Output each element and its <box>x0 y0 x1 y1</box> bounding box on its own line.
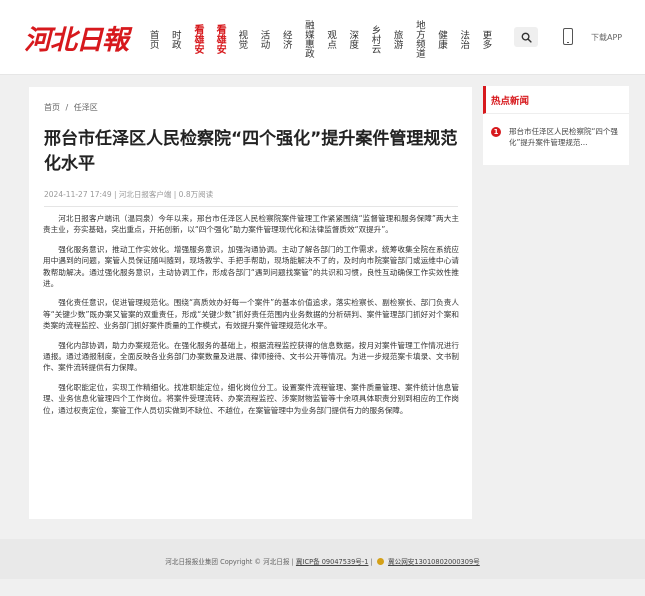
nav-item-more[interactable]: 更多 <box>475 16 497 62</box>
nav-item-economy[interactable]: 经济 <box>275 16 297 62</box>
hot-news-heading: 热点新闻 <box>483 86 629 114</box>
nav-item-law[interactable]: 法治 <box>453 16 475 62</box>
nav-item-depth[interactable]: 深度 <box>342 16 364 62</box>
article-paragraph: 强化职能定位，实现工作精细化。找准职能定位，细化岗位分工。设置案件流程管理、案件… <box>43 382 459 415</box>
phone-icon[interactable] <box>563 28 573 45</box>
search-button[interactable] <box>514 27 538 47</box>
article-paragraph: 河北日报客户端讯（温同泉）今年以来，邢台市任泽区人民检察院案件管理工作紧紧围绕“… <box>43 214 459 235</box>
breadcrumb-home[interactable]: 首页 <box>44 103 60 112</box>
article-paragraph: 强化内部协调，助力办案规范化。在强化服务的基础上，根据流程监控获得的信息数据，按… <box>43 340 459 373</box>
hot-news-item[interactable]: 1 邢台市任泽区人民检察院“四个强化”提升案件管理规范... <box>491 126 623 148</box>
footer-company: 河北日报报业集团 Copyright © 河北日报 | <box>165 558 294 566</box>
download-app-link[interactable]: 下载APP <box>591 32 622 43</box>
nav-item-local-channel[interactable]: 地方频道 <box>408 16 430 62</box>
breadcrumb: 首页 / 任泽区 <box>44 102 101 113</box>
police-record-link[interactable]: 冀公网安13010802000309号 <box>388 558 480 566</box>
nav-item-travel[interactable]: 旅游 <box>386 16 408 62</box>
article-meta: 2024-11-27 17:49 | 河北日报客户端 | 0.8万阅读 <box>44 189 458 207</box>
nav-item-politics[interactable]: 时政 <box>164 16 186 62</box>
nav-item-home[interactable]: 首页 <box>142 16 164 62</box>
nav-item-village-cloud[interactable]: 乡村云 <box>364 16 386 62</box>
nav-item-opinion[interactable]: 观点 <box>320 16 342 62</box>
article-title: 邢台市任泽区人民检察院“四个强化”提升案件管理规范化水平 <box>44 129 458 174</box>
hot-news-link[interactable]: 邢台市任泽区人民检察院“四个强化”提升案件管理规范... <box>509 126 623 148</box>
rank-badge: 1 <box>491 127 501 137</box>
search-icon <box>521 32 532 43</box>
icp-link[interactable]: 冀ICP备 09047539号-1 <box>296 558 369 566</box>
nav-item-media-policy[interactable]: 融媒惠政 <box>297 16 319 62</box>
main-nav: 首页 时政 看雄安 看雄安 视觉 活动 经济 融媒惠政 观点 深度 乡村云 旅游… <box>142 16 497 62</box>
breadcrumb-district[interactable]: 任泽区 <box>74 103 98 112</box>
footer-copyright: 河北日报报业集团 Copyright © 河北日报 | 冀ICP备 090475… <box>0 556 645 566</box>
nav-item-xiongan-2[interactable]: 看雄安 <box>209 16 231 62</box>
police-badge-icon <box>376 558 384 565</box>
hot-news-panel: 热点新闻 1 邢台市任泽区人民检察院“四个强化”提升案件管理规范... <box>483 86 629 165</box>
nav-item-activity[interactable]: 活动 <box>253 16 275 62</box>
nav-item-health[interactable]: 健康 <box>430 16 452 62</box>
site-logo[interactable]: 河北日報 <box>24 18 129 57</box>
article-body: 河北日报客户端讯（温同泉）今年以来，邢台市任泽区人民检察院案件管理工作紧紧围绕“… <box>43 213 459 424</box>
article-card: 首页 / 任泽区 邢台市任泽区人民检察院“四个强化”提升案件管理规范化水平 20… <box>29 87 472 519</box>
nav-item-xiongan-1[interactable]: 看雄安 <box>186 16 208 62</box>
breadcrumb-separator: / <box>65 103 69 112</box>
article-paragraph: 强化服务意识，推动工作实效化。增强服务意识，加强沟通协调。主动了解各部门的工作需… <box>43 244 459 289</box>
footer-separator: | <box>370 558 373 566</box>
site-header: 河北日報 首页 时政 看雄安 看雄安 视觉 活动 经济 融媒惠政 观点 深度 乡… <box>0 0 645 75</box>
site-footer: 河北日报报业集团 Copyright © 河北日报 | 冀ICP备 090475… <box>0 539 645 579</box>
nav-item-visual[interactable]: 视觉 <box>231 16 253 62</box>
article-paragraph: 强化责任意识，促进管理规范化。围绕“高质效办好每一个案件”的基本价值追求，落实检… <box>43 298 459 331</box>
